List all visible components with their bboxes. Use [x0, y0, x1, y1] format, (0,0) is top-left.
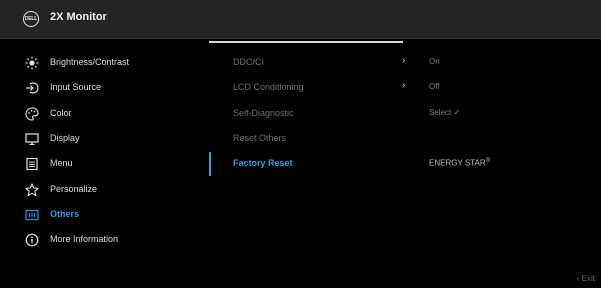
color-palette-icon: [25, 107, 39, 121]
registered-mark: ®: [485, 158, 491, 164]
sidebar-item-others[interactable]: Others: [0, 204, 209, 226]
chevron-right-icon: ›: [402, 80, 406, 91]
sidebar-item-more-information[interactable]: More Information: [0, 229, 209, 251]
brightness-icon: [25, 56, 39, 70]
energy-star-label: ENERGY STAR®: [429, 158, 490, 168]
chevron-right-icon: ›: [402, 55, 406, 66]
sidebar-item-color[interactable]: Color: [0, 103, 209, 125]
sidebar-item-label: More Information: [50, 234, 119, 244]
header-divider: [0, 38, 601, 39]
star-icon: [25, 183, 39, 197]
sidebar-item-label: Input Source: [50, 82, 102, 92]
sidebar-item-label: Brightness/Contrast: [50, 57, 130, 67]
selection-indicator: [209, 152, 211, 176]
submenu-item-label: LCD Conditioning: [233, 82, 304, 92]
sidebar-item-label: Display: [50, 133, 80, 143]
sidebar-item-label: Color: [50, 108, 72, 118]
submenu-item-lcd-conditioning[interactable]: LCD Conditioning › Off: [233, 77, 583, 99]
sidebar-item-label: Others: [50, 209, 80, 219]
sidebar-item-input-source[interactable]: Input Source: [0, 77, 209, 99]
submenu-item-label: Reset Others: [233, 133, 287, 143]
sidebar-item-personalize[interactable]: Personalize: [0, 179, 209, 201]
submenu-item-value: On: [429, 57, 440, 66]
dell-logo: DELL: [23, 11, 39, 27]
others-icon: [25, 208, 39, 222]
menu-icon: [25, 157, 39, 171]
submenu-item-factory-reset[interactable]: Factory Reset ENERGY STAR®: [233, 153, 583, 175]
osd-header: DELL 2X Monitor: [0, 0, 601, 38]
submenu-item-reset-others[interactable]: Reset Others: [233, 128, 583, 150]
exit-button[interactable]: ‹ Exit: [577, 274, 595, 283]
sidebar-item-brightness-contrast[interactable]: Brightness/Contrast: [0, 52, 209, 74]
submenu-item-value: Off: [429, 82, 440, 91]
submenu-item-ddc-ci[interactable]: DDC/CI › On: [233, 52, 583, 74]
submenu-item-label: Factory Reset: [233, 158, 293, 168]
monitor-title: 2X Monitor: [50, 11, 107, 23]
sidebar-item-label: Personalize: [50, 184, 98, 194]
sidebar-item-label: Menu: [50, 158, 73, 168]
submenu-highlight-bar: [209, 41, 403, 43]
energy-star-text: ENERGY STAR: [429, 158, 486, 168]
submenu-item-self-diagnostic[interactable]: Self-Diagnostic Select ✓: [233, 103, 583, 125]
sidebar-item-menu[interactable]: Menu: [0, 153, 209, 175]
exit-label: Exit: [581, 274, 595, 283]
input-source-icon: [25, 81, 39, 95]
sidebar-item-display[interactable]: Display: [0, 128, 209, 150]
submenu-item-value: Select ✓: [429, 108, 461, 117]
display-icon: [25, 132, 39, 146]
submenu-item-label: DDC/CI: [233, 57, 264, 67]
submenu-item-label: Self-Diagnostic: [233, 108, 294, 118]
chevron-left-icon: ‹: [576, 274, 580, 283]
info-icon: [25, 233, 39, 247]
